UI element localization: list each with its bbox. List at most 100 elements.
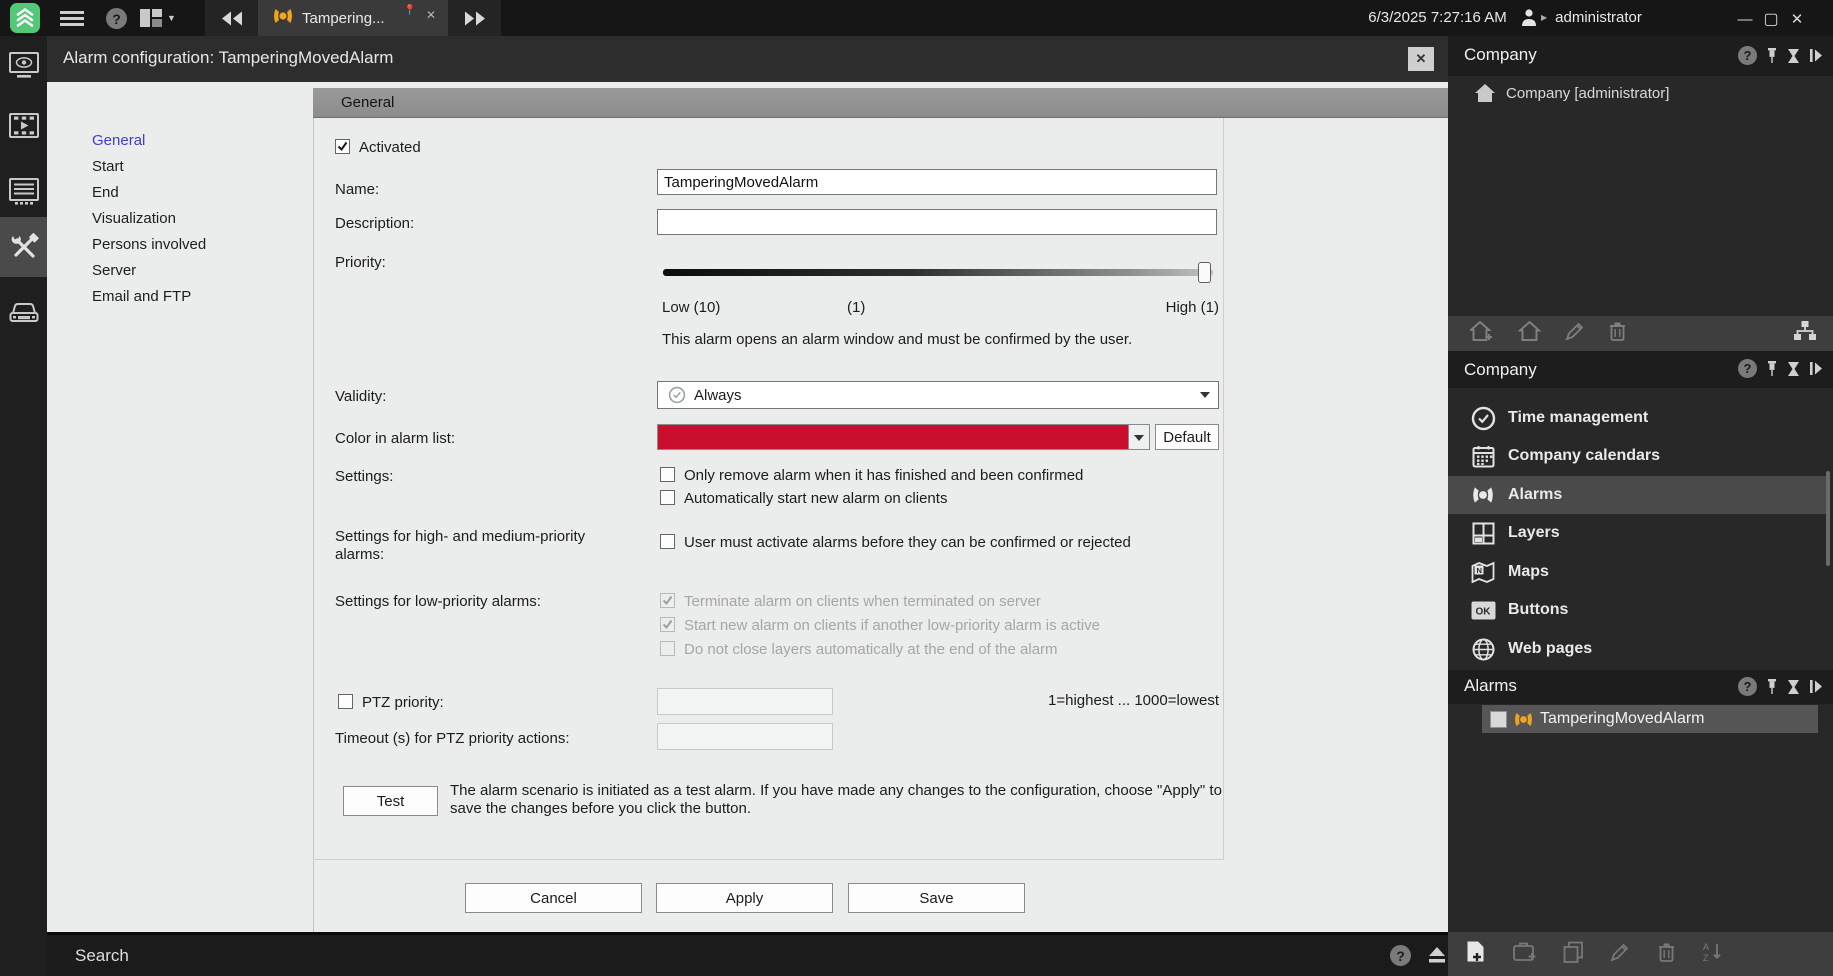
priority-slider[interactable] [663,269,1213,276]
alarms-list-header: Alarms ? [1448,670,1833,704]
save-button[interactable]: Save [848,883,1025,913]
nav-item-maps[interactable]: N Maps [1448,553,1828,591]
trash-icon [1610,322,1625,341]
hierarchy-view-button[interactable] [1793,320,1817,347]
help-button[interactable]: ? [106,8,127,29]
activated-checkbox[interactable] [335,139,350,154]
alarm-item-checkbox[interactable] [1490,710,1507,728]
collapse-panel-icon[interactable] [1809,679,1823,694]
low-priority-option-2-checkbox [660,617,675,632]
delete-button[interactable] [1609,321,1626,346]
tab-scroll-left-button[interactable] [205,0,258,36]
pin-icon[interactable] [1766,47,1778,64]
new-alarm-button[interactable] [1466,940,1485,968]
configuration-mode-button[interactable] [0,217,47,277]
main-menu-button[interactable] [60,8,84,29]
help-icon[interactable]: ? [1738,359,1757,378]
settings-option-1-checkbox[interactable] [660,467,675,482]
report-mode-button[interactable] [0,166,47,216]
hourglass-icon[interactable] [1787,361,1800,377]
nav-divider [313,118,314,932]
ptz-range-note: 1=highest ... 1000=lowest [1048,692,1219,709]
test-button[interactable]: Test [343,786,438,816]
tab-tampering-alarm[interactable]: Tampering... 📍 ✕ [258,0,448,36]
collapse-panel-icon[interactable] [1809,48,1823,63]
search-label[interactable]: Search [75,946,129,966]
nav-item-visualization[interactable]: Visualization [92,206,206,232]
settings-option-2-checkbox[interactable] [660,490,675,505]
chevron-down-icon [1134,435,1144,441]
pin-icon[interactable] [1766,678,1778,695]
search-help-button[interactable]: ? [1390,945,1411,966]
search-collapse-button[interactable] [1427,946,1447,969]
ptz-priority-checkbox[interactable] [338,694,353,709]
apply-button[interactable]: Apply [656,883,833,913]
tab-pin-icon[interactable]: 📍 [404,5,416,16]
nav-item-alarms[interactable]: Alarms [1448,476,1828,514]
groupbox-bottom-border [313,859,1224,860]
top-bar: ? ▼ Tampering... 📍 ✕ 6/3/2025 7:27:16 AM… [0,0,1833,36]
lpr-mode-button[interactable] [0,288,47,338]
pin-icon[interactable] [1766,360,1778,377]
minimize-button[interactable]: — [1732,11,1758,28]
nav-item-company-calendars[interactable]: Company calendars [1448,437,1828,475]
color-default-button[interactable]: Default [1155,424,1219,450]
edit-company-button[interactable] [1517,320,1542,346]
search-bar[interactable]: Search ? [47,932,1448,976]
name-input[interactable] [657,169,1217,195]
layout-select-button[interactable]: ▼ [140,9,176,27]
alarm-color-swatch[interactable] [657,424,1129,450]
validity-label: Validity: [335,388,387,405]
priority-slider-thumb[interactable] [1198,262,1211,283]
nav-item-layers[interactable]: Layers [1448,514,1828,552]
report-icon [8,177,39,205]
edit-alarm-button[interactable] [1610,942,1630,967]
nav-item-time-management[interactable]: Time management [1448,399,1828,437]
archive-icon [8,112,39,138]
nav-item-start[interactable]: Start [92,154,206,180]
archive-mode-button[interactable] [0,100,47,150]
user-menu[interactable]: ▶ administrator [1520,8,1642,27]
scrollbar-thumb[interactable] [1826,471,1830,566]
alarm-icon [1470,486,1496,504]
nav-item-server[interactable]: Server [92,258,206,284]
nav-item-email-ftp[interactable]: Email and FTP [92,284,206,310]
color-dropdown-button[interactable] [1128,424,1150,450]
cancel-button[interactable]: Cancel [465,883,642,913]
add-company-button[interactable] [1468,320,1494,347]
app-logo[interactable] [10,3,40,38]
hourglass-icon[interactable] [1787,48,1800,64]
help-icon[interactable]: ? [1738,677,1757,696]
high-priority-option-checkbox[interactable] [660,534,675,549]
tab-close-icon[interactable]: ✕ [426,8,436,22]
hourglass-icon[interactable] [1787,679,1800,695]
rename-button[interactable] [1565,321,1585,346]
nav-item-end[interactable]: End [92,180,206,206]
alarm-list-item-tampering[interactable]: TamperingMovedAlarm [1482,705,1818,733]
sort-alarms-button[interactable]: AZ [1703,941,1723,967]
nav-item-persons-involved[interactable]: Persons involved [92,232,206,258]
new-alarm-wizard-button[interactable] [1513,941,1537,967]
mode-toolbar [0,36,47,976]
validity-dropdown[interactable]: Always [657,381,1219,409]
delete-alarm-button[interactable] [1658,942,1675,967]
collapse-panel-icon[interactable] [1809,361,1823,376]
high-priority-option-label: User must activate alarms before they ca… [684,534,1131,551]
surveillance-mode-button[interactable] [0,40,47,90]
help-icon[interactable]: ? [1738,46,1757,65]
company-tree-root[interactable]: Company [administrator] [1474,78,1669,108]
maximize-button[interactable]: ▢ [1758,9,1784,29]
description-input[interactable] [657,209,1217,235]
duplicate-alarm-button[interactable] [1563,941,1584,968]
trash-icon [1659,943,1674,962]
close-button[interactable]: ✕ [1784,10,1810,28]
tab-scroll-right-button[interactable] [448,0,501,36]
high-priority-label: Settings for high- and medium-priority a… [335,528,586,563]
nav-item-buttons[interactable]: OK Buttons [1448,591,1828,629]
nav-item-general[interactable]: General [92,128,206,154]
layout-icon [140,9,162,27]
nav-item-web-pages[interactable]: Web pages [1448,630,1828,668]
clock-icon [1470,406,1496,431]
settings-label: Settings: [335,468,394,485]
dialog-close-button[interactable]: ✕ [1408,47,1434,71]
